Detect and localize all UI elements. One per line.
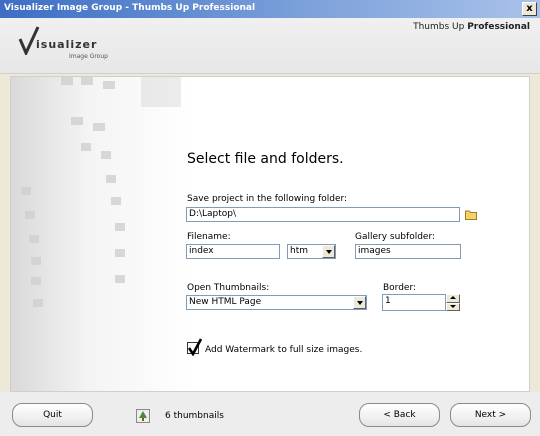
next-button[interactable]: Next > (450, 403, 531, 427)
chevron-down-icon[interactable] (322, 245, 335, 258)
watermark-checkbox[interactable] (187, 338, 203, 356)
watermark-label: Add Watermark to full size images. (205, 345, 363, 355)
chevron-down-icon[interactable] (353, 296, 366, 309)
product-edition: Professional (467, 22, 530, 32)
open-thumbnails-label: Open Thumbnails: (187, 283, 270, 293)
back-button[interactable]: < Back (359, 403, 440, 427)
open-thumbnails-select[interactable]: New HTML Page (186, 295, 367, 310)
film-strip-decoration (21, 77, 181, 307)
save-folder-label: Save project in the following folder: (187, 194, 348, 204)
save-folder-input[interactable]: D:\Laptop\ (186, 207, 460, 222)
close-button[interactable]: x (522, 2, 537, 16)
quit-button[interactable]: Quit (12, 403, 93, 427)
title-bar: Visualizer Image Group - Thumbs Up Profe… (0, 0, 540, 18)
filename-label: Filename: (187, 232, 231, 242)
logo-subtitle: Image Group (69, 53, 108, 60)
filename-input[interactable]: index (186, 244, 280, 259)
thumbnails-icon (136, 409, 150, 423)
product-prefix: Thumbs Up (413, 22, 465, 32)
logo-name: isualizer (36, 38, 98, 51)
stepper-up-icon[interactable] (446, 294, 460, 303)
browse-folder-icon[interactable] (465, 209, 477, 220)
header-banner: isualizer Image Group Thumbs Up Professi… (0, 18, 540, 74)
window-title: Visualizer Image Group - Thumbs Up Profe… (4, 3, 256, 13)
border-label: Border: (383, 283, 417, 293)
footer-bar: Quit 6 thumbnails < Back Next > (0, 392, 540, 436)
open-thumbnails-value: New HTML Page (189, 297, 262, 307)
page-heading: Select file and folders. (187, 151, 344, 167)
gallery-subfolder-label: Gallery subfolder: (355, 232, 436, 242)
thumbnail-count: 6 thumbnails (165, 411, 224, 421)
checkmark-icon (187, 338, 203, 356)
product-name: Thumbs Up Professional (413, 22, 530, 32)
extension-select[interactable]: htm (287, 244, 336, 259)
wizard-panel: Select file and folders. Save project in… (10, 76, 530, 392)
stepper-down-icon[interactable] (446, 302, 460, 311)
border-input[interactable]: 1 (382, 294, 446, 311)
extension-value: htm (290, 246, 308, 256)
border-stepper[interactable] (446, 294, 460, 311)
gallery-subfolder-input[interactable]: images (355, 244, 461, 259)
company-logo: isualizer Image Group (18, 25, 128, 67)
